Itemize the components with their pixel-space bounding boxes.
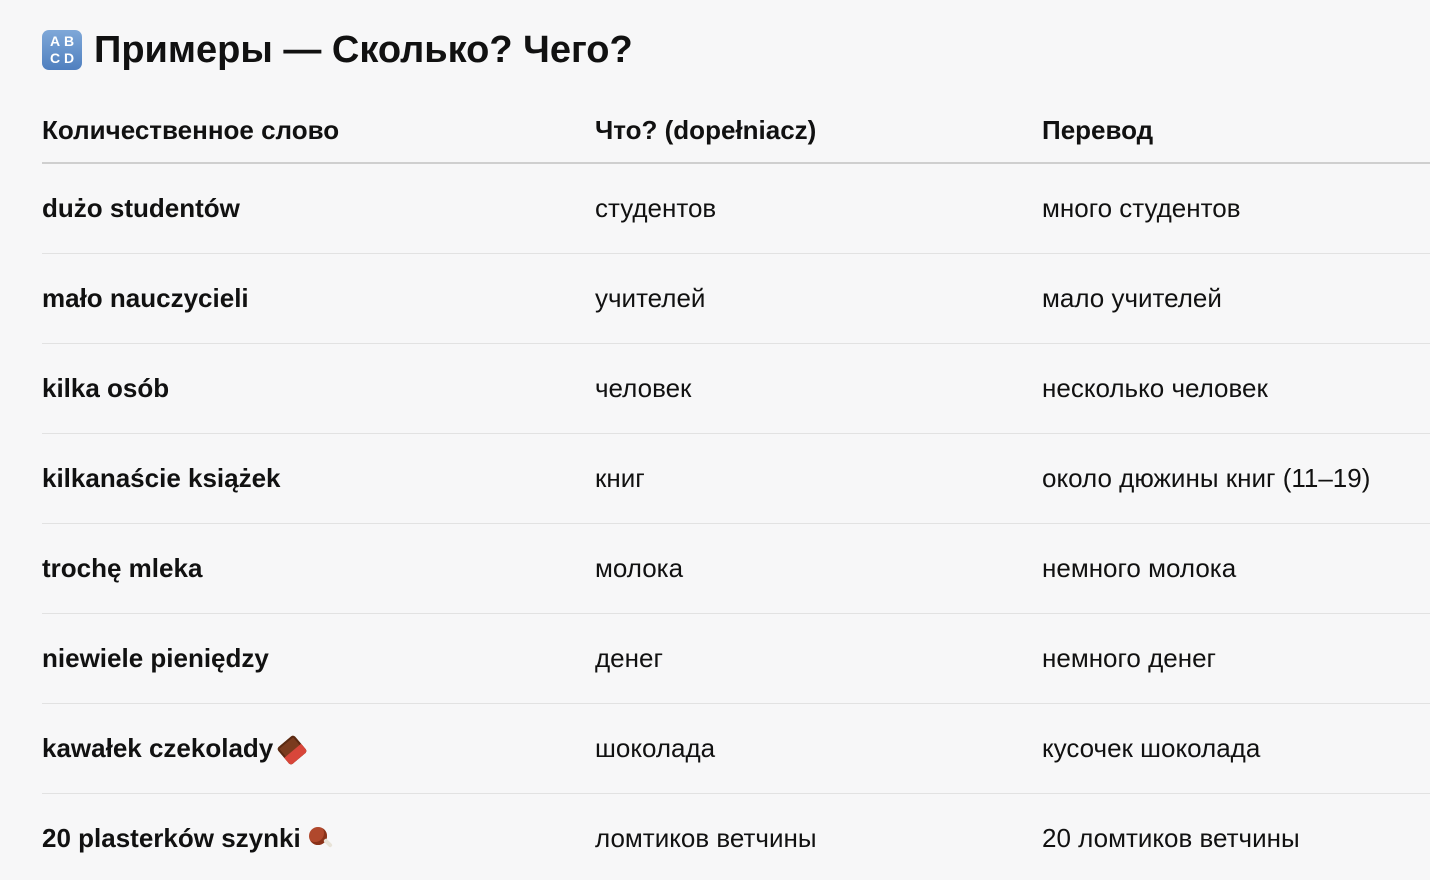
quantity-word-text: 20 plasterków szynki (42, 823, 301, 853)
column-header-quantity-word: Количественное слово (42, 98, 595, 164)
examples-table: Количественное слово Что? (dopełniacz) П… (42, 98, 1430, 880)
abcd-icon: A B C D (42, 30, 82, 70)
page-title: Примеры — Сколько? Чего? (94, 29, 633, 71)
meat-on-bone-icon (308, 827, 335, 853)
genitive-cell: книг (595, 433, 1042, 524)
quantity-word-cell: kawałek czekolady (42, 703, 595, 794)
translation-cell: немного молока (1042, 523, 1430, 614)
page: A B C D Примеры — Сколько? Чего? Количес… (0, 0, 1430, 880)
table-header-row: Количественное слово Что? (dopełniacz) П… (42, 98, 1430, 164)
genitive-cell: человек (595, 343, 1042, 434)
genitive-cell: студентов (595, 163, 1042, 254)
translation-cell: много студентов (1042, 163, 1430, 254)
table-row: niewiele pieniędzy денег немного денег (42, 613, 1430, 704)
translation-cell: несколько человек (1042, 343, 1430, 434)
chocolate-bar-icon (276, 734, 308, 766)
genitive-cell: денег (595, 613, 1042, 704)
table-row: mało nauczycieli учителей мало учителей (42, 253, 1430, 344)
translation-cell: 20 ломтиков ветчины (1042, 823, 1300, 853)
quantity-word-cell: niewiele pieniędzy (42, 613, 595, 704)
translation-cell: около дюжины книг (11–19) (1042, 433, 1430, 524)
table-row: kawałek czekolady шоколада кусочек шокол… (42, 703, 1430, 794)
table-row: 20 plasterków szynki ломтиков ветчины 20… (42, 794, 1430, 880)
quantity-word-cell: trochę mleka (42, 523, 595, 614)
quantity-word-cell: kilka osób (42, 343, 595, 434)
table-row: trochę mleka молока немного молока (42, 523, 1430, 614)
table-row: dużo studentów студентов много студентов (42, 163, 1430, 254)
quantity-word-cell: 20 plasterków szynki (42, 794, 595, 880)
genitive-cell: молока (595, 523, 1042, 614)
column-header-genitive: Что? (dopełniacz) (595, 98, 1042, 164)
quantity-word-cell: mało nauczycieli (42, 253, 595, 344)
genitive-cell: ломтиков ветчины (595, 823, 817, 853)
genitive-cell: учителей (595, 253, 1042, 344)
quantity-word-cell: dużo studentów (42, 163, 595, 254)
quantity-word-text: kawałek czekolady (42, 733, 274, 763)
table-row: kilkanaście książek книг около дюжины кн… (42, 433, 1430, 524)
genitive-cell: шоколада (595, 703, 1042, 794)
title-row: A B C D Примеры — Сколько? Чего? (42, 28, 633, 72)
column-header-translation: Перевод (1042, 98, 1430, 164)
quantity-word-cell: kilkanaście książek (42, 433, 595, 524)
table-row: kilka osób человек несколько человек (42, 343, 1430, 434)
translation-cell: кусочек шоколада (1042, 703, 1430, 794)
translation-cell: немного денег (1042, 613, 1430, 704)
translation-cell: мало учителей (1042, 253, 1430, 344)
